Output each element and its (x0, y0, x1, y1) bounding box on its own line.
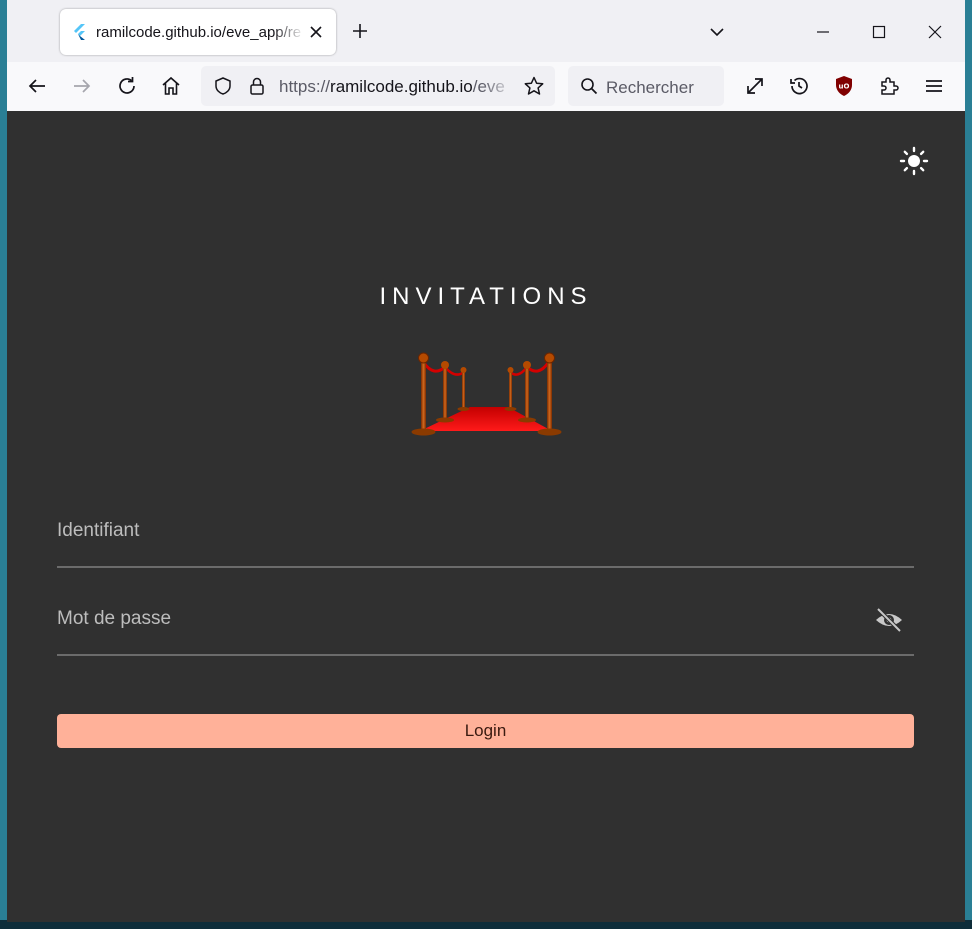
url-host: ramilcode.github.io (330, 77, 473, 96)
browser-window: ramilcode.github.io/eve_app/re https://r… (7, 0, 965, 922)
lock-icon[interactable] (247, 76, 267, 96)
expand-icon[interactable] (743, 74, 767, 98)
maximize-icon[interactable] (869, 22, 889, 42)
home-icon[interactable] (159, 74, 183, 98)
hamburger-icon[interactable] (922, 74, 946, 98)
new-tab-icon[interactable] (350, 21, 370, 41)
tab-title: ramilcode.github.io/eve_app/re (96, 24, 302, 41)
sun-icon[interactable] (899, 146, 929, 176)
desktop-background-right (964, 0, 972, 929)
arrow-right-icon[interactable] (70, 74, 94, 98)
flutter-icon (74, 24, 85, 40)
username-field[interactable]: Identifiant (57, 506, 914, 568)
search-placeholder: Rechercher (606, 78, 694, 97)
login-button[interactable]: Login (57, 714, 914, 748)
arrow-left-icon[interactable] (25, 74, 49, 98)
username-label: Identifiant (57, 520, 140, 541)
address-bar[interactable]: https://ramilcode.github.io/eve (201, 66, 555, 106)
url-text[interactable]: https://ramilcode.github.io/eve (279, 77, 515, 97)
chevron-down-icon[interactable] (707, 22, 727, 42)
browser-tab[interactable]: ramilcode.github.io/eve_app/re (60, 9, 336, 55)
close-tab-icon[interactable] (306, 22, 326, 42)
search-box[interactable]: Rechercher (568, 66, 724, 106)
minimize-icon[interactable] (813, 22, 833, 42)
star-icon[interactable] (523, 75, 545, 97)
puzzle-icon[interactable] (877, 74, 901, 98)
reload-icon[interactable] (115, 74, 139, 98)
password-label: Mot de passe (57, 608, 172, 629)
red-carpet-logo (411, 352, 562, 436)
password-field[interactable]: Mot de passe (57, 594, 914, 656)
eye-off-icon[interactable] (874, 607, 904, 633)
ublock-icon[interactable]: uO (832, 74, 856, 98)
shield-icon[interactable] (213, 76, 233, 96)
url-scheme: https:// (279, 77, 331, 96)
app-content: INVITATIONS Identifiant Mot de passe Log… (7, 111, 965, 922)
window-close-icon[interactable] (925, 22, 945, 42)
navigation-bar: https://ramilcode.github.io/eve Recherch… (7, 62, 965, 112)
app-title: INVITATIONS (379, 283, 593, 310)
search-icon (581, 78, 598, 95)
tab-bar: ramilcode.github.io/eve_app/re (7, 0, 965, 62)
url-path: /eve (472, 77, 505, 96)
svg-text:uO: uO (839, 83, 850, 91)
history-icon[interactable] (787, 74, 811, 98)
